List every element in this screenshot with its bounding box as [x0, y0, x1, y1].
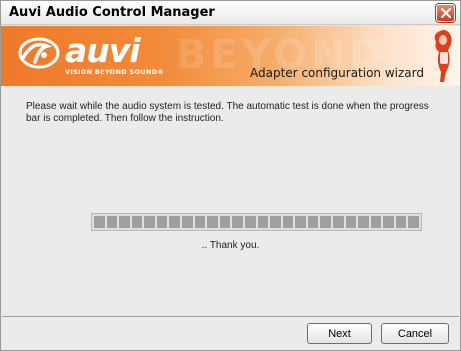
brand-tagline: VISION BEYOND SOUND® — [65, 68, 165, 76]
progress-segment — [156, 216, 168, 228]
main-content: Please wait while the audio system is te… — [2, 87, 459, 316]
wizard-window: Auvi Audio Control Manager BEYOND auvi V… — [0, 0, 461, 351]
status-text: .. Thank you. — [201, 240, 260, 251]
progress-segment — [332, 216, 344, 228]
window-title: Auvi Audio Control Manager — [9, 5, 215, 20]
instruction-text: Please wait while the audio system is te… — [26, 101, 429, 124]
progress-segment — [295, 216, 306, 228]
progress-segment — [194, 216, 206, 228]
progress-segment — [131, 216, 143, 228]
cancel-button[interactable]: Cancel — [381, 323, 449, 344]
progress-segment — [182, 216, 193, 228]
progress-segment — [244, 216, 256, 228]
progress-segment — [383, 216, 394, 228]
close-button[interactable] — [435, 3, 456, 23]
progress-segment — [370, 216, 382, 228]
progress-segment — [320, 216, 331, 228]
progress-segment — [119, 216, 130, 228]
progress-segment — [232, 216, 243, 228]
progress-segment — [169, 216, 181, 228]
progress-segment — [408, 216, 420, 228]
mascot-figure-icon — [434, 30, 452, 82]
progress-segment — [358, 216, 369, 228]
close-icon — [441, 8, 451, 18]
progress-segment — [219, 216, 231, 228]
progress-segment — [106, 216, 118, 228]
auvi-logo-icon — [18, 37, 60, 69]
progress-segment — [307, 216, 319, 228]
header-banner: BEYOND auvi VISION BEYOND SOUND® Adapter… — [1, 26, 460, 86]
progress-segment — [395, 216, 407, 228]
next-button[interactable]: Next — [307, 323, 372, 344]
progress-segment — [207, 216, 218, 228]
progress-segment — [282, 216, 294, 228]
progress-segment — [94, 216, 105, 228]
progress-segment — [144, 216, 155, 228]
progress-segment — [257, 216, 269, 228]
test-progress-bar — [91, 213, 422, 231]
progress-segment — [270, 216, 281, 228]
button-bar: Next Cancel — [2, 316, 459, 350]
brand-logo: auvi — [65, 31, 141, 70]
title-bar[interactable]: Auvi Audio Control Manager — [1, 1, 460, 25]
wizard-title: Adapter configuration wizard — [250, 66, 424, 80]
progress-segment — [345, 216, 357, 228]
